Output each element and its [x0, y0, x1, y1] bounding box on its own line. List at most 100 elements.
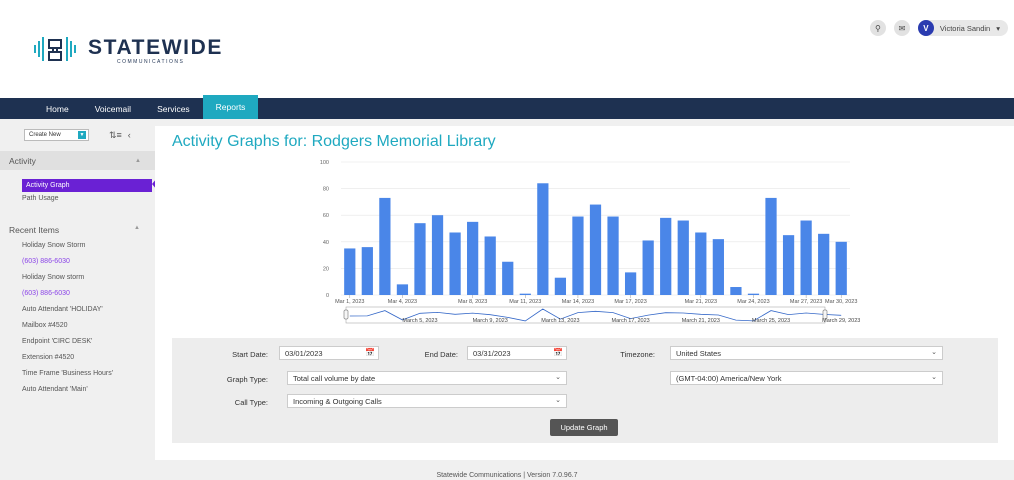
create-row: Create New ▼ ⇅≡ ‹ [24, 129, 131, 141]
page-title: Activity Graphs for: Rodgers Memorial Li… [172, 133, 496, 150]
nav-reports[interactable]: Reports [202, 95, 259, 119]
navigator-label: March 5, 2023 [402, 318, 437, 324]
x-tick-label: Mar 24, 2023 [737, 299, 769, 305]
y-tick-label: 0 [326, 293, 329, 299]
sidebar-item-activity-graph[interactable]: Activity Graph [22, 179, 152, 192]
sort-icon[interactable]: ⇅≡ [109, 130, 122, 141]
y-tick-label: 80 [323, 187, 329, 193]
recent-item[interactable]: (603) 886-6030 [22, 290, 70, 297]
calendar-icon[interactable]: 📅 [365, 348, 375, 357]
y-tick-label: 60 [323, 213, 329, 219]
chart-bar [660, 217, 672, 295]
nav-home[interactable]: Home [33, 98, 82, 119]
chart-bar [589, 204, 602, 295]
chart-bar [730, 287, 742, 295]
calendar-icon[interactable]: 📅 [553, 348, 563, 357]
navigator-label: March 13, 2023 [541, 318, 579, 324]
y-tick-label: 40 [323, 240, 329, 246]
navigator-label: March 21, 2023 [682, 318, 720, 324]
recent-item[interactable]: Holiday Snow Storm [22, 242, 85, 249]
recent-item[interactable]: Mailbox #4520 [22, 322, 68, 329]
chart-bar [835, 241, 847, 295]
call-type-label: Call Type: [234, 398, 268, 407]
chevron-down-icon: ⌄ [931, 374, 937, 381]
chart-bar [782, 235, 795, 295]
chevron-up-icon: ▲ [134, 225, 140, 231]
timezone-zone-select[interactable]: (GMT-04:00) America/New York ⌄ [670, 371, 943, 385]
recent-item[interactable]: Auto Attendant 'HOLIDAY' [22, 306, 103, 313]
notifications-icon[interactable]: ✉ [893, 20, 910, 36]
footer-version: Statewide Communications | Version 7.0.9… [436, 472, 578, 479]
create-new-label: Create New [29, 132, 61, 138]
start-date-label: Start Date: [232, 350, 268, 359]
nav-services[interactable]: Services [144, 98, 203, 119]
activity-header-label: Activity [9, 155, 36, 166]
graph-type-select[interactable]: Total call volume by date ⌄ [287, 371, 567, 385]
chart-bar [484, 236, 496, 295]
end-date-value: 03/31/2023 [473, 348, 511, 358]
activity-section-header[interactable]: Activity ▲ [0, 151, 155, 170]
x-tick-label: Mar 14, 2023 [562, 299, 594, 305]
chevron-down-icon: ▾ [996, 23, 1000, 33]
sidebar: Create New ▼ ⇅≡ ‹ Activity ▲ [0, 119, 155, 480]
y-tick-label: 20 [323, 266, 329, 272]
recent-item[interactable]: Auto Attendant 'Main' [22, 386, 88, 393]
x-tick-label: Mar 17, 2023 [614, 299, 646, 305]
chart-bar [554, 277, 567, 295]
navigator-label: March 17, 2023 [611, 318, 649, 324]
timezone-label: Timezone: [620, 350, 655, 359]
call-type-select[interactable]: Incoming & Outgoing Calls ⌄ [287, 394, 567, 408]
chart-bar [765, 197, 777, 295]
user-menu[interactable]: V Victoria Sandin ▾ [917, 20, 1008, 36]
brand-logo[interactable]: STATEWIDE COMMUNICATIONS [33, 34, 233, 74]
user-name: Victoria Sandin [939, 23, 991, 33]
graph-type-value: Total call volume by date [293, 373, 376, 383]
brand-name: STATEWIDE [88, 36, 223, 59]
chart-bar [572, 216, 584, 295]
chart-bar [642, 240, 654, 295]
chart-bar [607, 216, 619, 295]
recent-item[interactable]: Holiday Snow storm [22, 274, 84, 281]
x-tick-label: Mar 21, 2023 [685, 299, 717, 305]
chevron-down-icon: ▼ [78, 131, 86, 139]
recent-header-label: Recent Items [9, 225, 60, 235]
recent-item[interactable]: (603) 886-6030 [22, 258, 70, 265]
app-header: STATEWIDE COMMUNICATIONS ⚲ ✉ V Victoria … [0, 0, 1014, 97]
chart-bar [396, 284, 409, 295]
main-nav: Home Voicemail Services Reports [0, 95, 1014, 119]
update-graph-button[interactable]: Update Graph [550, 419, 618, 436]
start-date-field[interactable]: 03/01/2023 📅 [279, 346, 379, 360]
navigator-label: March 29, 2023 [822, 318, 860, 324]
end-date-label: End Date: [424, 350, 458, 359]
chart-bar [414, 223, 426, 295]
navigator-label: March 25, 2023 [752, 318, 790, 324]
recent-item[interactable]: Time Frame 'Business Hours' [22, 370, 113, 377]
recent-item[interactable]: Extension #4520 [22, 354, 74, 361]
create-new-dropdown[interactable]: Create New ▼ [24, 129, 89, 141]
chart-bar [344, 248, 356, 295]
recent-items-header[interactable]: Recent Items ▲ [9, 225, 140, 235]
chart-bar [361, 247, 373, 295]
chart-bar [624, 272, 637, 295]
top-right-controls: ⚲ ✉ V Victoria Sandin ▾ [869, 20, 1008, 36]
nav-voicemail[interactable]: Voicemail [82, 98, 144, 119]
end-date-field[interactable]: 03/31/2023 📅 [467, 346, 567, 360]
chart-bar [800, 220, 812, 295]
timezone-country-select[interactable]: United States ⌄ [670, 346, 943, 360]
x-tick-label: Mar 8, 2023 [458, 299, 487, 305]
chart-bar [467, 221, 479, 295]
chart-bar [519, 293, 531, 295]
navigator-handle-left [343, 309, 349, 320]
recent-item[interactable]: Endpoint 'CIRC DESK' [22, 338, 92, 345]
chevron-down-icon: ⌄ [555, 374, 561, 381]
sidebar-item-path-usage[interactable]: Path Usage [22, 195, 59, 202]
y-tick-label: 100 [320, 160, 329, 166]
call-type-value: Incoming & Outgoing Calls [293, 396, 382, 406]
chart-bar [502, 261, 514, 295]
search-icon[interactable]: ⚲ [869, 20, 886, 36]
collapse-sidebar-icon[interactable]: ‹ [128, 130, 131, 140]
x-tick-label: Mar 11, 2023 [509, 299, 541, 305]
x-tick-label: Mar 30, 2023 [825, 299, 857, 305]
timezone-country-value: United States [676, 348, 722, 358]
x-tick-label: Mar 4, 2023 [388, 299, 417, 305]
